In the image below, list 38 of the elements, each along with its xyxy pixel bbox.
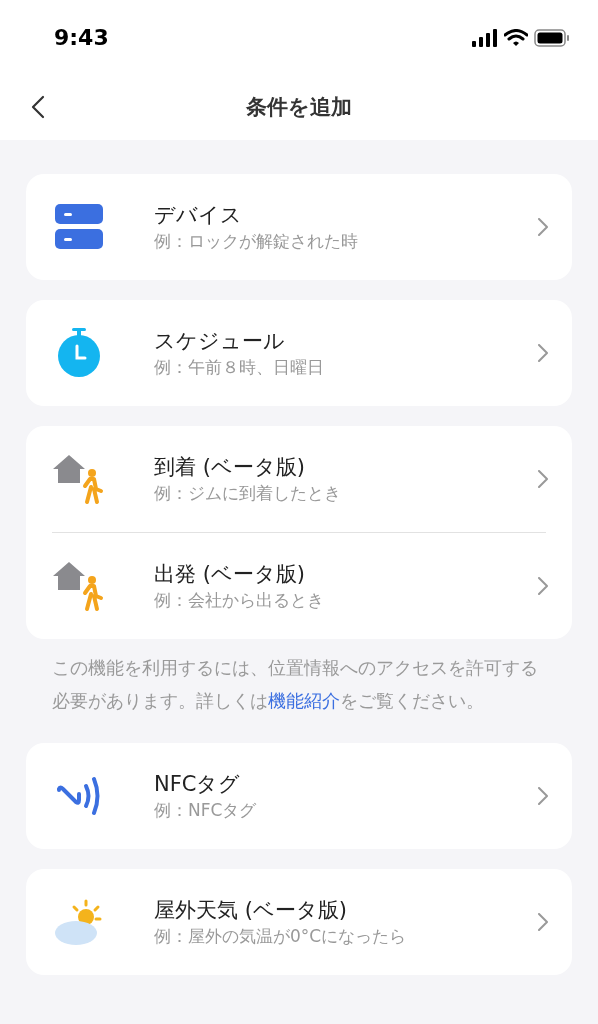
row-subtitle: 例：NFCタグ <box>154 799 258 822</box>
status-time: 9:43 <box>54 24 109 52</box>
row-subtitle: 例：午前８時、日曜日 <box>154 356 325 379</box>
battery-icon <box>534 28 570 47</box>
back-icon <box>31 95 45 119</box>
row-title: 到着 (ベータ版) <box>154 454 307 481</box>
row-subtitle: 例：ジムに到着したとき <box>154 482 342 505</box>
condition-row[interactable]: 屋外天気 (ベータ版) 例：屋外の気温が0°Cになったら <box>26 869 572 975</box>
row-subtitle: 例：会社から出るとき <box>154 589 325 612</box>
house-person-icon <box>53 453 105 505</box>
location-note: この機能を利用するには、位置情報へのアクセスを許可する必要があります。詳しくは機能紹介をご覧ください。 <box>51 656 539 713</box>
row-title: スケジュール <box>154 328 286 355</box>
nfc-icon <box>56 776 102 816</box>
condition-row[interactable]: 出発 (ベータ版) 例：会社から出るとき <box>26 533 572 639</box>
chevron-icon <box>538 787 548 805</box>
device-icon <box>55 204 103 250</box>
chevron-icon <box>538 913 548 931</box>
wifi-icon <box>504 28 528 47</box>
row-subtitle: 例：屋外の気温が0°Cになったら <box>154 925 408 948</box>
row-title: NFCタグ <box>154 771 242 798</box>
row-title: 出発 (ベータ版) <box>154 561 307 588</box>
row-title: デバイス <box>154 202 243 229</box>
condition-row[interactable]: デバイス 例：ロックが解錠された時 <box>26 174 572 280</box>
stopwatch-icon <box>57 328 101 378</box>
row-title: 屋外天気 (ベータ版) <box>154 897 349 924</box>
feature-intro-link[interactable]: 機能紹介 <box>268 690 340 711</box>
page-title: 条件を追加 <box>246 93 352 121</box>
house-person-icon <box>53 560 105 612</box>
chevron-icon <box>538 577 548 595</box>
chevron-icon <box>538 470 548 488</box>
chevron-icon <box>538 218 548 236</box>
signal-icon <box>472 28 498 47</box>
condition-row[interactable]: スケジュール 例：午前８時、日曜日 <box>26 300 572 406</box>
chevron-icon <box>538 344 548 362</box>
sun-cloud-icon <box>54 899 104 945</box>
condition-row[interactable]: 到着 (ベータ版) 例：ジムに到着したとき <box>26 426 572 532</box>
row-subtitle: 例：ロックが解錠された時 <box>154 230 359 253</box>
condition-row[interactable]: NFCタグ 例：NFCタグ <box>26 743 572 849</box>
